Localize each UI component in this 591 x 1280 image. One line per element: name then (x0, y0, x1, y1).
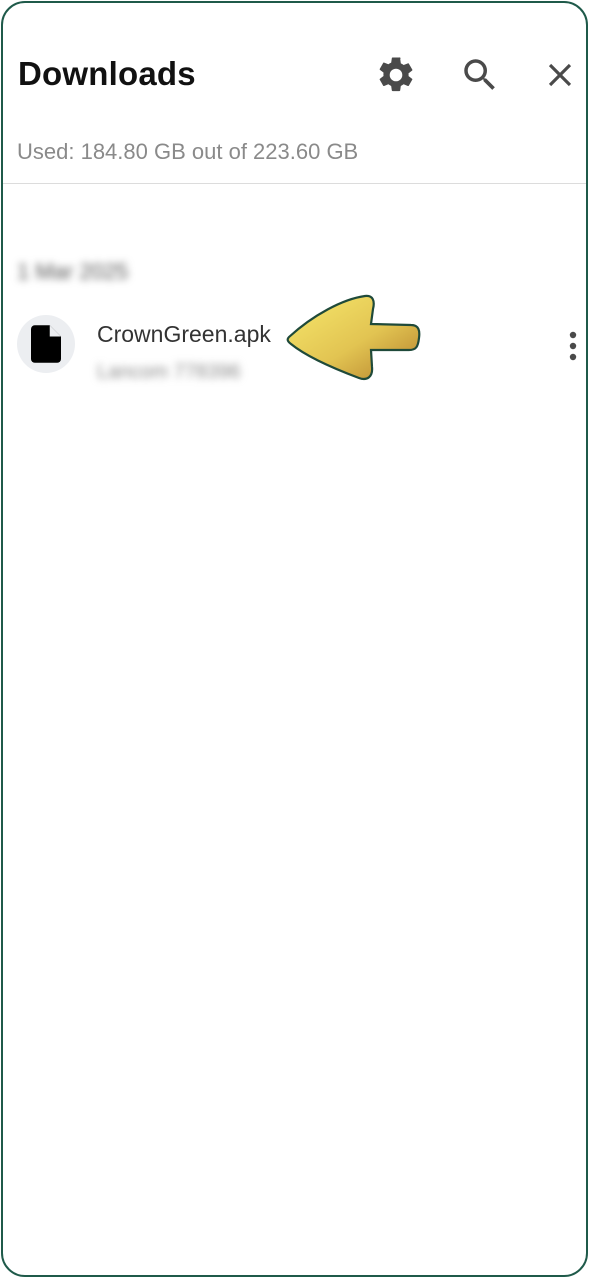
close-icon (548, 63, 572, 87)
downloads-panel: Downloads Used: 184.80 GB out of 223.60 … (1, 1, 588, 1277)
file-avatar (17, 315, 75, 373)
pointer-arrow-icon (286, 294, 421, 381)
divider (3, 183, 586, 184)
more-vert-icon (569, 331, 577, 361)
file-icon (31, 325, 61, 363)
search-icon (464, 59, 495, 90)
gear-icon (379, 57, 413, 92)
storage-usage-text: Used: 184.80 GB out of 223.60 GB (17, 139, 359, 164)
file-name: CrownGreen.apk (97, 321, 271, 347)
close-button[interactable] (538, 53, 582, 97)
settings-button[interactable] (374, 53, 418, 97)
page-title: Downloads (18, 55, 196, 92)
search-button[interactable] (458, 53, 502, 97)
more-options-button[interactable] (559, 329, 586, 363)
file-details: Lancom 778396 (97, 361, 241, 383)
date-group-header: 1 Mar 2025 (17, 259, 129, 284)
